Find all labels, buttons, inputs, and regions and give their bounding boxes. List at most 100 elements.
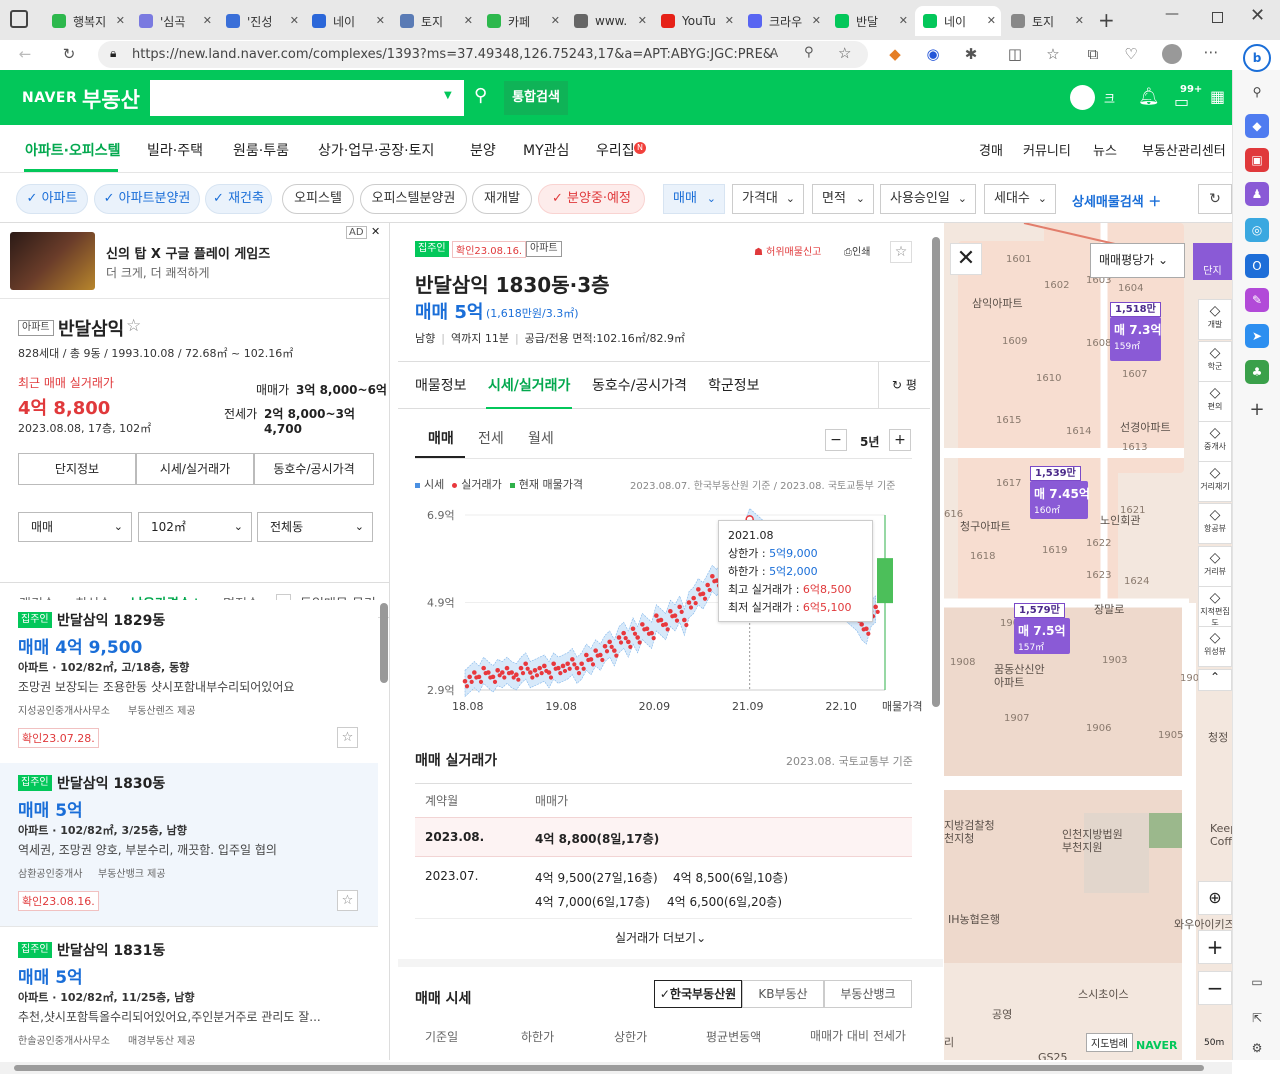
filter-select[interactable]: 전체동 ⌄ — [257, 512, 373, 542]
map-tool-button[interactable]: ◇ 개발 — [1198, 299, 1232, 340]
land-logo[interactable]: 부동산 — [82, 84, 140, 114]
close-window-button[interactable]: ✕ — [1250, 5, 1265, 26]
market-source-button[interactable]: 부동산뱅크 — [824, 980, 912, 1008]
filter-dropdown[interactable]: 매매 ⌄ — [663, 184, 725, 214]
map-place-label[interactable]: 스시초이스 — [1078, 988, 1129, 1001]
nav-item-right[interactable]: 부동산관리센터 — [1142, 140, 1226, 159]
browser-tab[interactable]: 네이 ✕ — [304, 6, 390, 36]
map-tool-button[interactable]: ◇ 위성뷰 — [1198, 626, 1232, 667]
sidebar-settings-icon[interactable]: ⚙ — [1245, 1036, 1269, 1060]
filter-dropdown[interactable]: 가격대 ⌄ — [732, 184, 804, 214]
integrated-search-button[interactable]: 통합검색 — [504, 81, 568, 115]
complex-tab-button[interactable]: 시세/실거래가 — [136, 453, 254, 485]
tab-close-icon[interactable]: ✕ — [464, 14, 473, 27]
period-plus-button[interactable]: + — [889, 429, 911, 451]
listing-item[interactable]: 집주인 반달삼익 1831동 매매 5억 아파트 · 102/82㎡, 11/25층,… — [0, 930, 378, 1060]
sidebar-outlook-icon[interactable]: O — [1245, 254, 1269, 278]
sidebar-copilot-icon[interactable]: ◎ — [1245, 218, 1269, 242]
browser-tab[interactable]: 반달 ✕ — [827, 6, 913, 36]
map-price-marker[interactable]: 1,539만 매 7.45억 160㎡ — [1030, 466, 1090, 519]
sidebar-designer-icon[interactable]: ✎ — [1245, 288, 1269, 312]
menu-dots-icon[interactable]: ⋯ — [1200, 42, 1222, 62]
nav-item[interactable]: 아파트·오피스텔 — [25, 140, 120, 160]
tab-close-icon[interactable]: ✕ — [638, 14, 647, 27]
listing-star-icon[interactable]: ☆ — [337, 727, 358, 748]
map-tool-button[interactable]: ◇ 거리뷰 — [1198, 546, 1232, 587]
period-minus-button[interactable]: − — [825, 429, 847, 451]
browser-tab[interactable]: www. ✕ — [566, 6, 652, 36]
browser-tab[interactable]: 행복지 ✕ — [44, 6, 130, 36]
listing-agent[interactable]: 지성공인중개사사무소 — [18, 702, 110, 717]
nav-item[interactable]: 원룸·투룸 — [233, 140, 289, 160]
tab-close-icon[interactable]: ✕ — [290, 14, 299, 27]
map-place-label[interactable]: 지방검찰청 천지청 — [944, 819, 995, 845]
filter-chip[interactable]: 재개발 — [472, 184, 532, 214]
map-place-label[interactable]: 장말로 — [1094, 603, 1124, 616]
talk-icon[interactable]: ▭ — [1174, 92, 1189, 111]
detail-tab[interactable]: 동호수/공시가격 — [592, 375, 687, 395]
nav-item[interactable]: 분양 — [470, 140, 496, 160]
listing-item[interactable]: 집주인 반달삼익 1830동 매매 5억 아파트 · 102/82㎡, 3/25층, … — [0, 763, 378, 927]
sidebar-tag-icon[interactable]: ◆ — [1245, 114, 1269, 138]
nav-item[interactable]: 상가·업무·공장·토지 — [318, 140, 434, 160]
map-tool-button[interactable]: ◇ 중개사 — [1198, 421, 1232, 462]
browser-tab[interactable]: 네이 ✕ — [915, 6, 1001, 36]
detail-star-icon[interactable]: ☆ — [890, 241, 912, 263]
nav-item-right[interactable]: 커뮤니티 — [1023, 140, 1071, 159]
ad-close-icon[interactable]: ✕ — [371, 225, 380, 238]
filter-dropdown[interactable]: 세대수 ⌄ — [984, 184, 1056, 214]
report-button[interactable]: ☗ 허위매물신고 — [754, 243, 821, 258]
filter-dropdown[interactable]: 면적 ⌄ — [812, 184, 874, 214]
search-icon[interactable]: ⚲ — [474, 85, 487, 106]
read-aloud-icon[interactable]: A — [770, 46, 778, 60]
more-deals-link[interactable]: 실거래가 더보기⌄ — [615, 929, 706, 946]
map-place-label[interactable]: GS25 — [1038, 1051, 1068, 1060]
nav-item[interactable]: MY관심 — [523, 140, 569, 160]
filter-chip[interactable]: ✓ 아파트 — [16, 184, 88, 214]
bing-icon[interactable]: b — [1243, 44, 1271, 72]
filter-dropdown[interactable]: 사용승인일 ⌄ — [880, 184, 976, 214]
map-price-marker[interactable]: 1,579만 매 7.5억 157㎡ — [1014, 603, 1070, 654]
profile-avatar[interactable] — [1162, 44, 1182, 64]
price-subtab[interactable]: 전세 — [478, 428, 504, 448]
tab-close-icon[interactable]: ✕ — [812, 14, 821, 27]
sidebar-external-icon[interactable]: ⇱ — [1245, 1006, 1269, 1030]
browser-tab[interactable]: '심곡 ✕ — [131, 6, 217, 36]
print-button[interactable]: ⎙인쇄 — [844, 243, 870, 258]
complex-tab-button[interactable]: 단지정보 — [18, 453, 136, 485]
user-name[interactable]: 크 — [1104, 90, 1115, 107]
detail-search-link[interactable]: 상세매물검색 ＋ — [1072, 191, 1161, 210]
sidebar-search-icon[interactable]: ⚲ — [1245, 80, 1269, 104]
map-place-label[interactable]: 청정 — [1208, 731, 1228, 744]
nav-item-right[interactable]: 경매 — [979, 140, 1003, 159]
collections-icon[interactable]: ⧉ — [1082, 44, 1104, 64]
map[interactable]: 1601 1602 1603 1604 1609 1608 1607 1610 1615 1614… — [944, 223, 1232, 1060]
listing-agent[interactable]: 삼환공인중개사 — [18, 865, 82, 880]
url-field[interactable]: 🔒︎ https://new.land.naver.com/complexes/… — [98, 41, 868, 68]
minimize-button[interactable]: — — [1165, 6, 1179, 22]
map-zoom-in[interactable]: + — [1198, 930, 1232, 964]
map-target-icon[interactable]: ⊕ — [1198, 881, 1232, 915]
maximize-button[interactable] — [1212, 12, 1223, 23]
sidebar-send-icon[interactable]: ➤ — [1245, 324, 1269, 348]
sidebar-layout-icon[interactable]: ▭ — [1245, 970, 1269, 994]
map-place-label[interactable]: 노인회관 — [1100, 514, 1140, 527]
map-place-label[interactable]: KeepS Coffe — [1210, 822, 1232, 848]
detail-tab[interactable]: 학군정보 — [708, 375, 760, 395]
detail-scrollbar[interactable] — [932, 237, 940, 707]
filter-chip[interactable]: ✓ 분양중·예정 — [538, 184, 645, 214]
tab-close-icon[interactable]: ✕ — [987, 14, 996, 27]
price-subtab[interactable]: 월세 — [528, 428, 554, 448]
unit-toggle[interactable]: ↻ 평 — [878, 362, 930, 408]
filter-chip[interactable]: 오피스텔 — [282, 184, 354, 214]
heart-icon[interactable]: ♡ — [1120, 44, 1142, 64]
new-tab-button[interactable]: + — [1098, 8, 1115, 32]
tab-close-icon[interactable]: ✕ — [899, 14, 908, 27]
map-tool-button[interactable]: ◇ 편의 — [1198, 381, 1232, 422]
list-scrollbar[interactable] — [380, 603, 388, 683]
listing-agent[interactable]: 한솔공인중개사사무소 — [18, 1032, 110, 1047]
sidebar-games-icon[interactable]: ♟ — [1245, 182, 1269, 206]
filter-chip[interactable]: 오피스텔분양권 — [360, 184, 467, 214]
sidebar-tools-icon[interactable]: ▣ — [1245, 148, 1269, 172]
nav-item-right[interactable]: 뉴스 — [1093, 140, 1117, 159]
